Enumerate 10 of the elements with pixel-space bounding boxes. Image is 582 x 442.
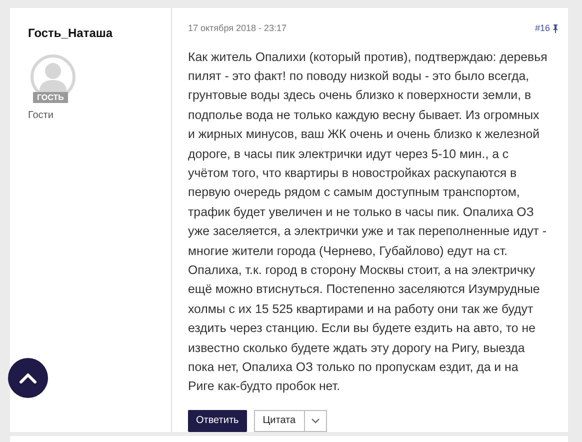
post-number[interactable]: #16 bbox=[534, 22, 550, 36]
reply-button[interactable]: Ответить bbox=[188, 410, 247, 432]
post-text: Как житель Опалихи (который против), подтверждаю: деревья пилят - это факт! по поводу низкой воды - это было всегда, грунтовые воды здесь очень близко к поверхности земли, в подполье вода не только каждую весну бывает. Из огромных и жирных минусов, ваш ЖК очень и очень близко к железной дороге, в часы пик электрички идут через 5-10 мин., а с учётом того, что квартиры в новостройках раскупаются в первую очередь рядом с самым доступным транспортом, трафик будет увеличен и не только в часы пик. Опалиха ОЗ уже заселяется, а электрички уже и так переполненные идут - многие жители города (Чернево, Губайлово) едут на ст. Опалиха, т.к. город в сторону Москвы стоит, а на электричку ещё можно втиснуться. Постепенно заселяются Изумрудные холмы с их 15 525 квартирами и на работу они так же будут ездить через станцию. Если вы будете ездить на авто, то не известно сколько будете ждать эту дорогу на Ригу, выезда пока нет, Опалиха ОЗ только по пропускам ездит, да и на Риге как-будто пробок нет. bbox=[188, 48, 548, 396]
pin-icon[interactable] bbox=[553, 24, 558, 34]
guest-badge: ГОСТЬ bbox=[33, 92, 68, 103]
chevron-up-icon bbox=[19, 372, 37, 384]
author-name[interactable]: Гость_Наташа bbox=[28, 24, 171, 42]
post-date: 17 октября 2018 - 23:17 bbox=[188, 22, 287, 35]
member-group: Гости bbox=[28, 108, 171, 123]
chevron-down-icon bbox=[310, 418, 320, 424]
